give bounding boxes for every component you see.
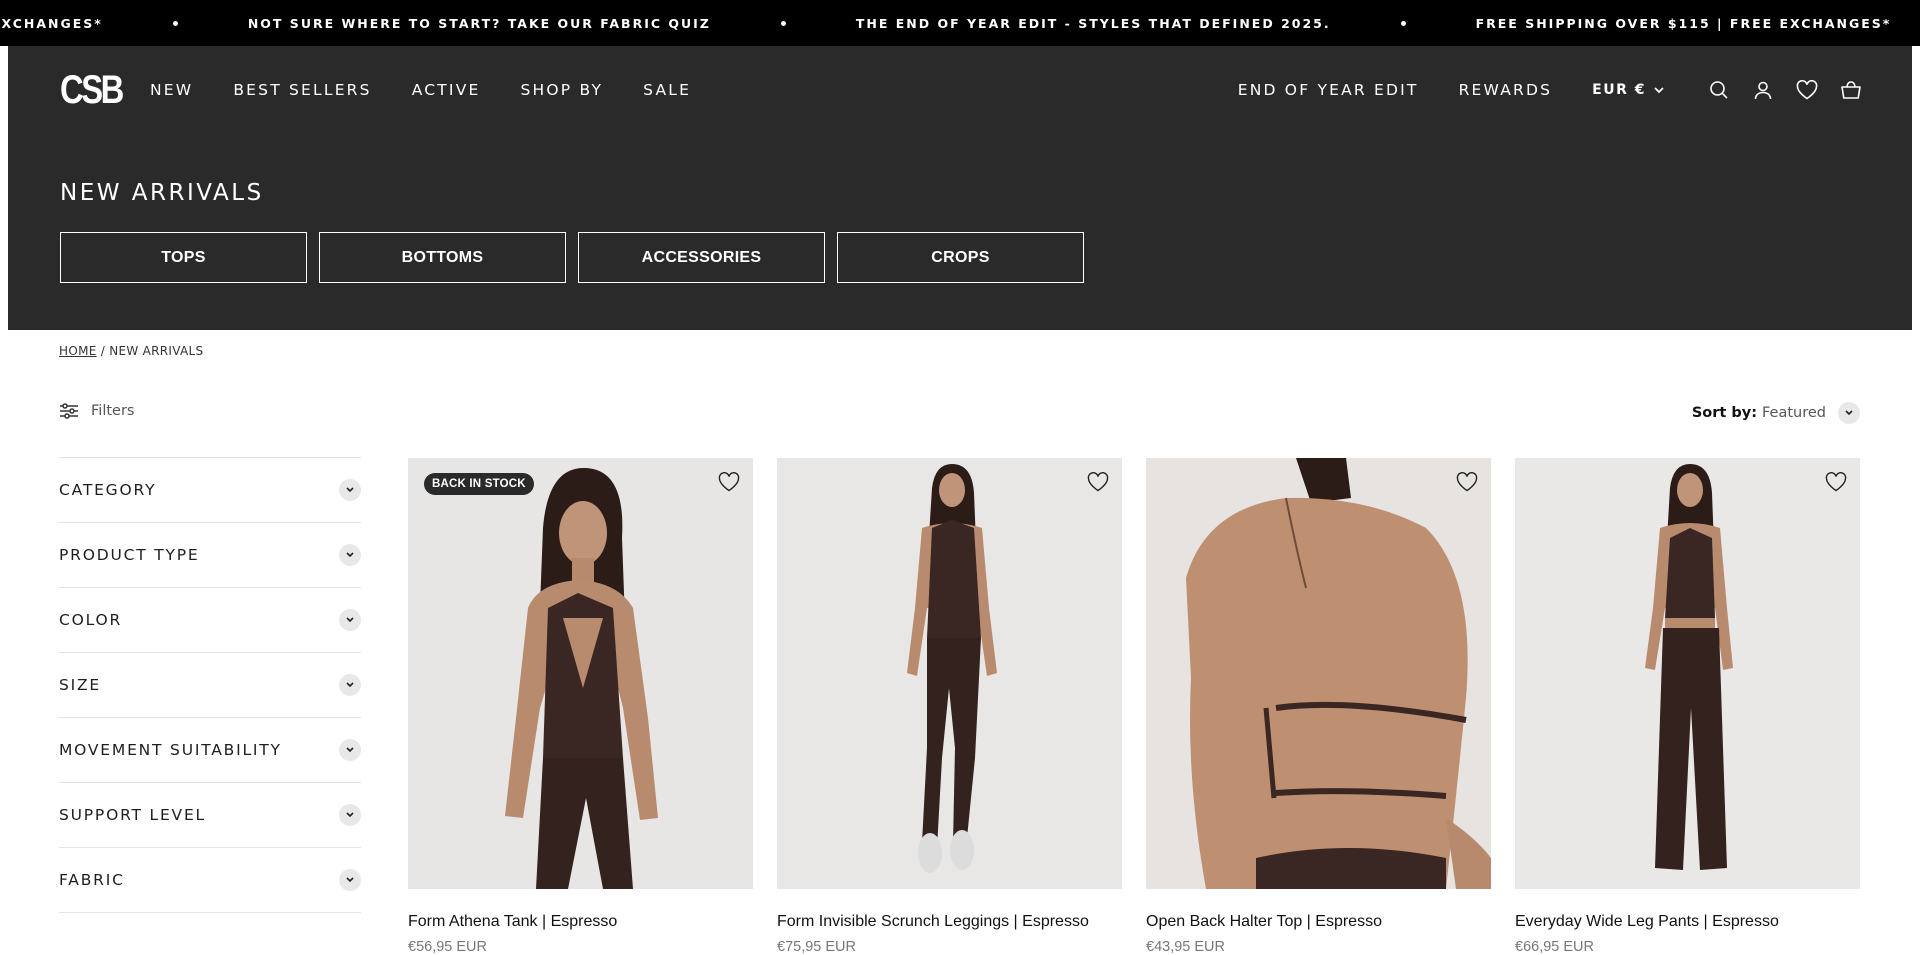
announcement-message[interactable]: FREE SHIPPING OVER $115 | FREE EXCHANGES… <box>1476 16 1892 31</box>
facet-fabric[interactable]: FABRIC <box>59 848 361 913</box>
sort-dropdown[interactable]: Sort by: Featured <box>1692 402 1860 424</box>
breadcrumb: HOME / NEW ARRIVALS <box>59 344 203 358</box>
category-button-tops[interactable]: TOPS <box>60 232 307 283</box>
chevron-down-icon <box>339 609 361 631</box>
nav-item-best-sellers[interactable]: BEST SELLERS <box>233 76 371 104</box>
chevron-down-icon <box>339 544 361 566</box>
category-buttons: TOPS BOTTOMS ACCESSORIES CROPS <box>60 232 1084 283</box>
product-card[interactable]: Form Invisible Scrunch Leggings | Espres… <box>777 458 1122 955</box>
cart-icon[interactable] <box>1840 79 1862 101</box>
facet-category[interactable]: CATEGORY <box>59 458 361 523</box>
facet-label: FABRIC <box>59 871 125 889</box>
wishlist-heart-icon[interactable] <box>717 470 741 494</box>
facet-label: CATEGORY <box>59 481 157 499</box>
product-photo <box>1146 458 1491 889</box>
filter-sidebar: CATEGORY PRODUCT TYPE COLOR SIZE MOVEMEN… <box>59 457 361 913</box>
facet-label: SUPPORT LEVEL <box>59 806 206 824</box>
product-title[interactable]: Form Athena Tank | Espresso <box>408 913 753 931</box>
facet-color[interactable]: COLOR <box>59 588 361 653</box>
filters-button[interactable]: Filters <box>59 403 134 419</box>
product-card[interactable]: Open Back Halter Top | Espresso €43,95 E… <box>1146 458 1491 955</box>
account-icon[interactable] <box>1752 79 1774 101</box>
product-title[interactable]: Open Back Halter Top | Espresso <box>1146 913 1491 931</box>
breadcrumb-home-link[interactable]: HOME <box>59 344 97 358</box>
facet-support-level[interactable]: SUPPORT LEVEL <box>59 783 361 848</box>
product-image[interactable]: BACK IN STOCK <box>408 458 753 889</box>
product-grid: BACK IN STOCK Form Athena Tank | Espress… <box>408 458 1860 955</box>
currency-label: EUR € <box>1592 82 1646 98</box>
main-nav: NEW BEST SELLERS ACTIVE SHOP BY SALE <box>150 76 731 104</box>
breadcrumb-separator: / <box>100 344 106 358</box>
facet-label: MOVEMENT SUITABILITY <box>59 741 282 759</box>
chevron-down-icon <box>339 804 361 826</box>
nav-item-shop-by[interactable]: SHOP BY <box>521 76 604 104</box>
facet-label: PRODUCT TYPE <box>59 546 200 564</box>
facet-label: COLOR <box>59 611 123 629</box>
bullet-separator <box>780 20 786 26</box>
breadcrumb-current: NEW ARRIVALS <box>109 344 204 358</box>
sort-label: Sort by: <box>1691 405 1757 421</box>
chevron-down-icon <box>339 674 361 696</box>
announcement-message[interactable]: THE END OF YEAR EDIT - STYLES THAT DEFIN… <box>856 16 1331 31</box>
search-icon[interactable] <box>1708 79 1730 101</box>
chevron-down-icon <box>1838 402 1860 424</box>
page-title: NEW ARRIVALS <box>60 180 264 206</box>
chevron-down-icon <box>339 869 361 891</box>
product-image[interactable] <box>1515 458 1860 889</box>
announcement-bar: EXCHANGES* NOT SURE WHERE TO START? TAKE… <box>0 0 1920 46</box>
product-card[interactable]: BACK IN STOCK Form Athena Tank | Espress… <box>408 458 753 955</box>
product-image[interactable] <box>1146 458 1491 889</box>
product-title[interactable]: Form Invisible Scrunch Leggings | Espres… <box>777 913 1122 931</box>
nav-item-new[interactable]: NEW <box>150 76 193 104</box>
nav-item-end-of-year-edit[interactable]: END OF YEAR EDIT <box>1238 76 1419 104</box>
facet-label: SIZE <box>59 676 102 694</box>
facet-size[interactable]: SIZE <box>59 653 361 718</box>
nav-item-rewards[interactable]: REWARDS <box>1459 76 1553 104</box>
currency-selector[interactable]: EUR € <box>1592 76 1664 104</box>
wishlist-heart-icon[interactable] <box>1086 470 1110 494</box>
bullet-separator <box>172 20 178 26</box>
product-image[interactable] <box>777 458 1122 889</box>
wishlist-icon[interactable] <box>1796 79 1818 101</box>
logo[interactable]: CSB <box>60 70 124 110</box>
filters-label: Filters <box>91 403 135 419</box>
category-button-crops[interactable]: CROPS <box>837 232 1084 283</box>
nav-item-active[interactable]: ACTIVE <box>412 76 481 104</box>
announcement-message[interactable]: NOT SURE WHERE TO START? TAKE OUR FABRIC… <box>248 16 711 31</box>
facet-product-type[interactable]: PRODUCT TYPE <box>59 523 361 588</box>
product-title[interactable]: Everyday Wide Leg Pants | Espresso <box>1515 913 1860 931</box>
nav-item-sale[interactable]: SALE <box>643 76 691 104</box>
chevron-down-icon <box>339 479 361 501</box>
chevron-down-icon <box>339 739 361 761</box>
filters-icon <box>60 403 78 419</box>
bullet-separator <box>1400 20 1406 26</box>
product-photo <box>777 458 1122 889</box>
secondary-nav: END OF YEAR EDIT REWARDS EUR € <box>1238 76 1862 104</box>
category-button-accessories[interactable]: ACCESSORIES <box>578 232 825 283</box>
category-button-bottoms[interactable]: BOTTOMS <box>319 232 566 283</box>
product-photo <box>408 458 753 889</box>
site-header: CSB NEW BEST SELLERS ACTIVE SHOP BY SALE… <box>8 46 1912 330</box>
product-card[interactable]: Everyday Wide Leg Pants | Espresso €66,9… <box>1515 458 1860 955</box>
product-photo <box>1515 458 1860 889</box>
wishlist-heart-icon[interactable] <box>1455 470 1479 494</box>
announcement-message[interactable]: EXCHANGES* <box>0 16 103 31</box>
chevron-down-icon <box>1654 86 1664 93</box>
facet-movement-suitability[interactable]: MOVEMENT SUITABILITY <box>59 718 361 783</box>
announcement-track: EXCHANGES* NOT SURE WHERE TO START? TAKE… <box>0 0 1920 46</box>
sort-value: Featured <box>1762 405 1826 421</box>
wishlist-heart-icon[interactable] <box>1824 470 1848 494</box>
status-badge: BACK IN STOCK <box>424 473 534 495</box>
